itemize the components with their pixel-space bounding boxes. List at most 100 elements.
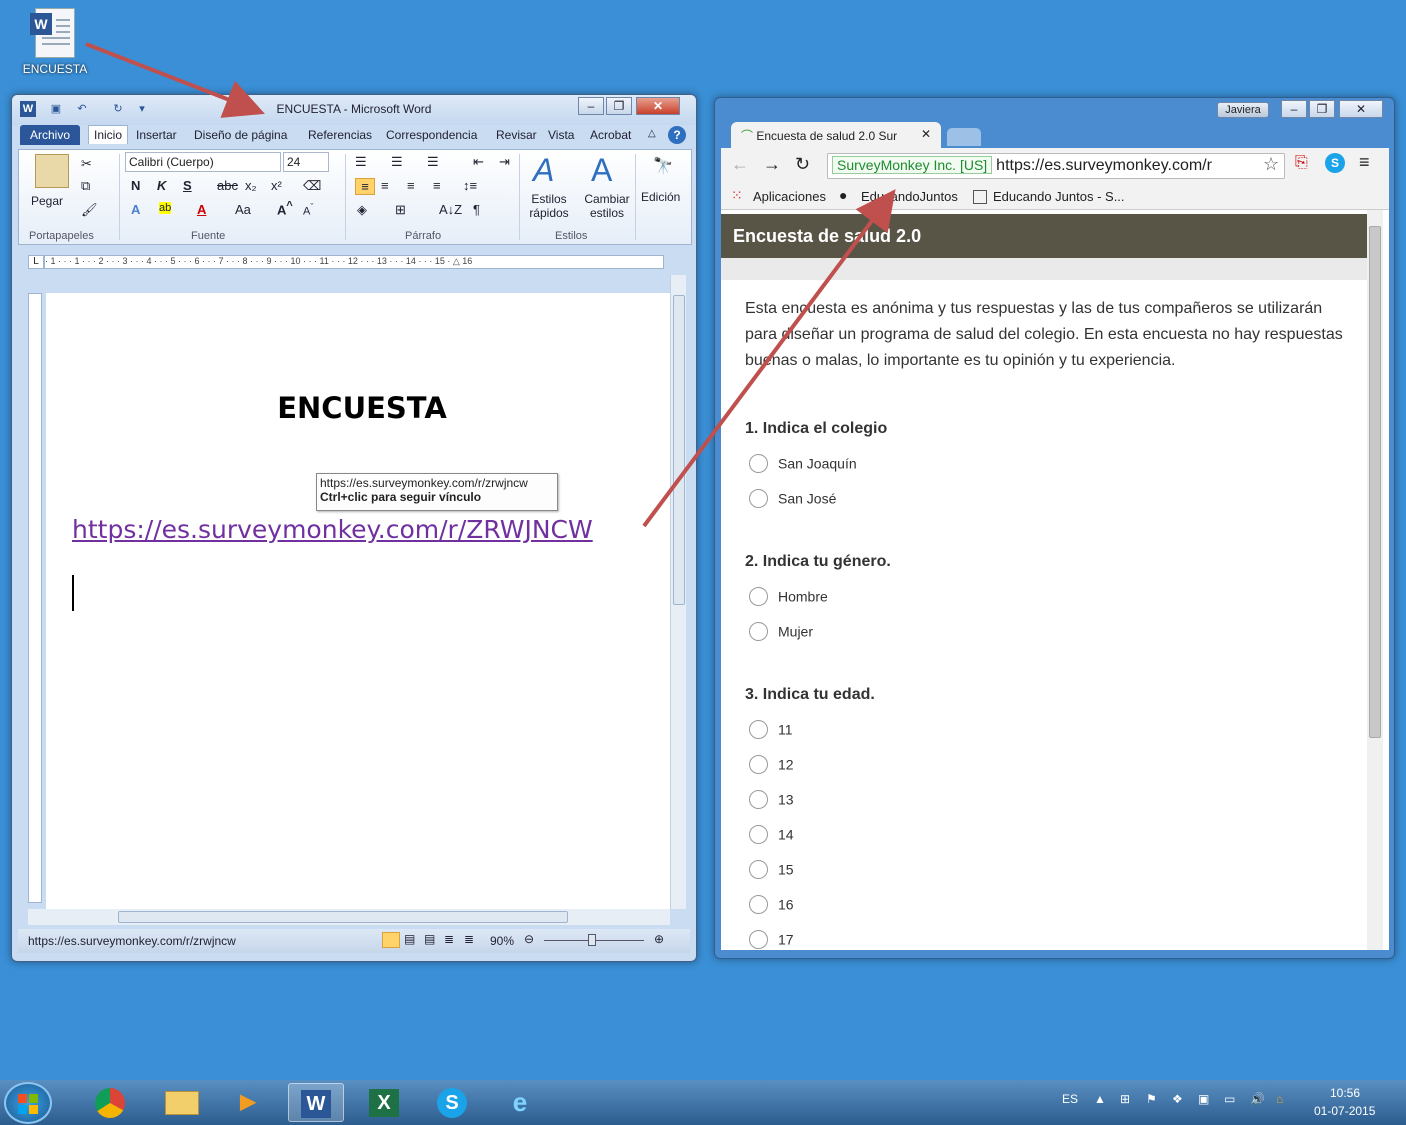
radio-san-joaquin[interactable] — [749, 453, 768, 473]
numbering-icon[interactable]: ☰ — [391, 154, 403, 170]
volume-icon[interactable]: 🔊 — [1250, 1092, 1265, 1106]
tab-referencias[interactable]: Referencias — [308, 128, 372, 142]
quick-styles-icon[interactable]: A — [533, 152, 554, 189]
reload-icon[interactable]: ↻ — [795, 154, 810, 175]
network-icon[interactable]: ▭ — [1224, 1092, 1235, 1106]
tab-acrobat[interactable]: Acrobat — [590, 128, 631, 142]
chrome-profile-button[interactable]: Javiera — [1217, 102, 1269, 118]
text-effects-icon[interactable]: A — [131, 202, 140, 217]
chrome-tab-active[interactable]: ⌒ Encuesta de salud 2.0 Sur ✕ — [731, 122, 941, 148]
underline-button[interactable]: S — [183, 178, 192, 193]
taskbar-chrome[interactable] — [82, 1083, 138, 1122]
update-icon[interactable]: ⌂ — [1276, 1092, 1283, 1106]
option-age-12[interactable]: 12 — [749, 753, 794, 775]
taskbar-skype[interactable]: S — [424, 1083, 480, 1122]
option-san-jose[interactable]: San José — [749, 487, 836, 509]
font-name-combo[interactable]: Calibri (Cuerpo) — [125, 152, 281, 172]
word-vertical-scrollbar[interactable] — [670, 275, 686, 909]
highlight-icon[interactable]: ab — [159, 202, 172, 214]
word-close-button[interactable]: ✕ — [636, 97, 680, 115]
ev-certificate-badge[interactable]: SurveyMonkey Inc. [US] — [832, 156, 993, 174]
cut-icon[interactable]: ✂ — [81, 156, 92, 172]
bookmark-educandojuntos[interactable]: EducandoJuntos — [861, 189, 958, 204]
font-size-combo[interactable]: 24 — [283, 152, 329, 172]
zoom-level[interactable]: 90% — [490, 934, 514, 948]
editing-button[interactable]: Edición — [641, 190, 680, 204]
show-hidden-icons[interactable]: ▲ — [1094, 1092, 1106, 1106]
multilevel-list-icon[interactable]: ☰ — [427, 154, 439, 170]
chrome-close-button[interactable]: ✕ — [1339, 100, 1383, 118]
web-layout-icon[interactable]: ▤ — [424, 932, 435, 946]
windows-tray-icon[interactable]: ⊞ — [1120, 1092, 1130, 1106]
option-age-14[interactable]: 14 — [749, 823, 794, 845]
tab-stop-selector[interactable]: L — [28, 255, 44, 269]
address-bar[interactable]: SurveyMonkey Inc. [US] https://es.surveym… — [827, 153, 1285, 179]
chrome-menu-icon[interactable]: ≡ — [1359, 152, 1370, 173]
show-marks-button[interactable]: ¶ — [473, 202, 480, 217]
clear-format-icon[interactable]: ⌫ — [303, 178, 321, 194]
bookmark-apps[interactable]: Aplicaciones — [753, 189, 826, 204]
zoom-slider-thumb[interactable] — [588, 934, 596, 946]
document-page[interactable]: ENCUESTA https://es.surveymonkey.com/r/z… — [46, 293, 670, 909]
chrome-scroll-thumb[interactable] — [1369, 226, 1381, 738]
document-hyperlink[interactable]: https://es.surveymonkey.com/r/ZRWJNCW — [72, 515, 593, 544]
skype-extension-icon[interactable]: S — [1325, 153, 1345, 173]
bookmark-star-icon[interactable]: ☆ — [1263, 154, 1279, 175]
taskbar-word[interactable]: W — [288, 1083, 344, 1122]
bullets-icon[interactable]: ☰ — [355, 154, 367, 170]
start-button[interactable] — [4, 1082, 52, 1124]
chrome-scrollbar[interactable] — [1367, 210, 1383, 950]
align-center-icon[interactable]: ≡ — [381, 178, 389, 193]
borders-icon[interactable]: ⊞ — [395, 202, 406, 218]
strikethrough-button[interactable]: abc — [217, 178, 238, 193]
bold-button[interactable]: N — [131, 178, 140, 193]
sync-icon[interactable]: ▣ — [1198, 1092, 1209, 1106]
tab-close-icon[interactable]: ✕ — [921, 127, 931, 141]
tab-revisar[interactable]: Revisar — [496, 128, 537, 142]
language-indicator[interactable]: ES — [1062, 1092, 1078, 1106]
option-age-15[interactable]: 15 — [749, 858, 794, 880]
option-age-13[interactable]: 13 — [749, 788, 794, 810]
option-age-17[interactable]: 17 — [749, 928, 794, 950]
collapse-ribbon-icon[interactable]: △ — [648, 128, 656, 139]
change-case-button[interactable]: Aa — [235, 202, 251, 217]
tab-diseno[interactable]: Diseño de página — [194, 128, 287, 142]
chrome-minimize-button[interactable]: – — [1281, 100, 1307, 118]
align-left-icon[interactable]: ≡ — [355, 178, 375, 195]
paste-button[interactable]: Pegar — [31, 194, 63, 208]
word-vscroll-thumb[interactable] — [673, 295, 685, 605]
shrink-font-icon[interactable]: Aˇ — [303, 202, 313, 218]
option-hombre[interactable]: Hombre — [749, 585, 828, 607]
taskbar-explorer[interactable] — [154, 1083, 210, 1122]
option-age-16[interactable]: 16 — [749, 893, 794, 915]
radio-age-12[interactable] — [749, 754, 768, 774]
font-color-icon[interactable]: A — [197, 202, 206, 217]
reading-layout-icon[interactable]: ▤ — [404, 932, 415, 946]
option-age-11[interactable]: 11 — [749, 718, 793, 740]
increase-indent-icon[interactable]: ⇥ — [499, 154, 510, 170]
taskbar-internet-explorer[interactable]: e — [492, 1083, 548, 1122]
format-painter-icon[interactable]: 🖌 — [81, 202, 98, 218]
taskbar-excel[interactable]: X — [356, 1083, 412, 1122]
subscript-button[interactable]: x₂ — [245, 178, 257, 193]
italic-button[interactable]: K — [157, 178, 166, 193]
tab-inicio[interactable]: Inicio — [88, 125, 129, 144]
vertical-ruler[interactable] — [28, 293, 42, 903]
radio-age-13[interactable] — [749, 789, 768, 809]
bookmark-educando-juntos-s[interactable]: Educando Juntos - S... — [993, 189, 1125, 204]
superscript-button[interactable]: x² — [271, 178, 282, 193]
change-styles-icon[interactable]: A — [591, 152, 612, 189]
tab-vista[interactable]: Vista — [548, 128, 574, 142]
word-horizontal-scrollbar[interactable] — [28, 909, 670, 925]
zoom-out-icon[interactable]: ⊖ — [524, 932, 534, 946]
radio-hombre[interactable] — [749, 586, 768, 606]
action-center-icon[interactable]: ⚑ — [1146, 1092, 1157, 1106]
word-minimize-button[interactable]: – — [578, 97, 604, 115]
print-layout-icon[interactable] — [382, 932, 400, 948]
outline-icon[interactable]: ≣ — [444, 932, 454, 946]
decrease-indent-icon[interactable]: ⇤ — [473, 154, 484, 170]
grow-font-icon[interactable]: A^ — [277, 200, 293, 217]
option-mujer[interactable]: Mujer — [749, 620, 813, 642]
tab-insertar[interactable]: Insertar — [136, 128, 177, 142]
radio-age-16[interactable] — [749, 894, 768, 914]
